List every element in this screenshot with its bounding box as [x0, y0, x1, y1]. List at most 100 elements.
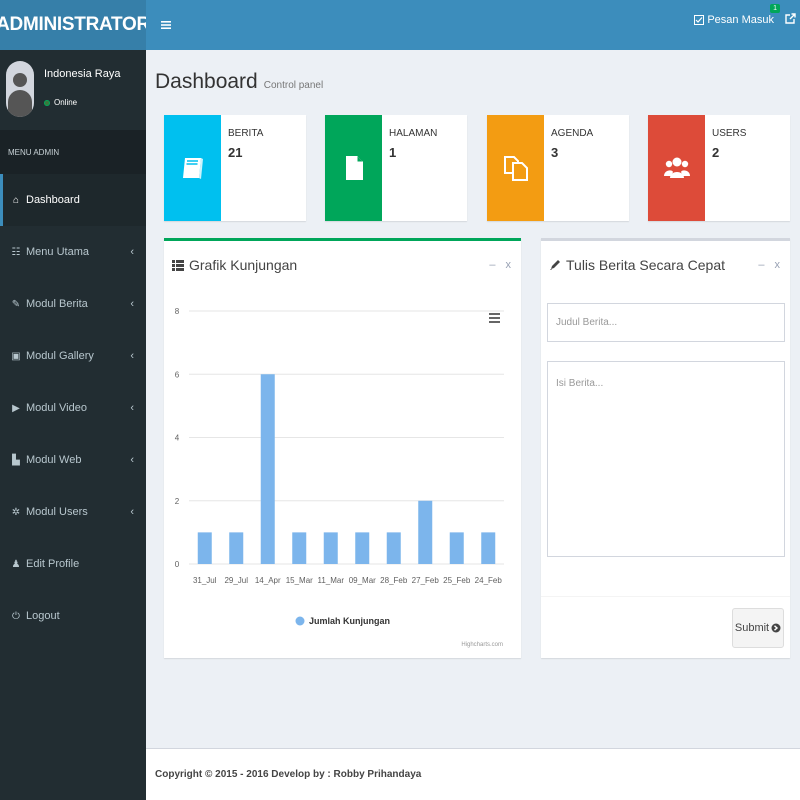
quick-post-panel-tools: – x	[758, 259, 780, 271]
sidebar-item-modul-web[interactable]: ▙ Modul Web ‹	[0, 434, 146, 486]
stat-box-users[interactable]: USERS 2	[648, 115, 790, 221]
page-subtitle: Control panel	[263, 80, 324, 91]
chart-bar[interactable]	[197, 532, 212, 564]
sidebar: Indonesia Raya Online MENU ADMIN ⌂ Dashbo…	[0, 50, 146, 800]
y-tick-label: 2	[175, 497, 180, 506]
hamburger-icon	[161, 21, 171, 29]
file-icon: ▙	[12, 454, 20, 466]
chevron-left-icon: ‹	[130, 402, 134, 414]
menu-icon: ☷	[11, 246, 21, 258]
users-icon	[663, 157, 690, 178]
external-link-button[interactable]	[784, 13, 796, 28]
chart-bar[interactable]	[355, 532, 370, 564]
copy-icon	[503, 156, 528, 181]
quick-post-panel-title: Tulis Berita Secara Cepat	[549, 257, 725, 273]
cog-icon: ✲	[11, 506, 21, 518]
stat-icon-box	[648, 115, 705, 221]
stat-icon-box	[487, 115, 544, 221]
submit-button[interactable]: Submit	[732, 608, 784, 648]
y-tick-label: 0	[175, 560, 180, 569]
x-tick-label: 15_Mar	[286, 576, 313, 585]
sidebar-item-modul-video[interactable]: ▶ Modul Video ‹	[0, 382, 146, 434]
messages-label: Pesan Masuk	[707, 14, 774, 26]
sidebar-item-modul-users[interactable]: ✲ Modul Users ‹	[0, 486, 146, 538]
x-tick-label: 24_Feb	[475, 576, 503, 585]
sidebar-item-modul-gallery[interactable]: ▣ Modul Gallery ‹	[0, 330, 146, 382]
footer-copyright: Copyright © 2015 - 2016 Develop by : Rob…	[155, 769, 422, 780]
x-tick-label: 29_Jul	[224, 576, 248, 585]
stat-box-berita[interactable]: BERITA 21	[164, 115, 306, 221]
chart-bar[interactable]	[292, 532, 307, 564]
chart-credits[interactable]: Highcharts.com	[461, 642, 503, 648]
pencil-icon	[550, 260, 560, 270]
x-tick-label: 31_Jul	[193, 576, 217, 585]
chart-bar[interactable]	[229, 532, 244, 564]
avatar	[6, 61, 34, 117]
sidebar-item-label: Modul Users	[26, 506, 88, 518]
chart-bar[interactable]	[260, 374, 275, 564]
page-title: Dashboard	[155, 70, 258, 93]
messages-badge: 1	[770, 4, 780, 13]
x-tick-label: 28_Feb	[380, 576, 408, 585]
footer: Copyright © 2015 - 2016 Develop by : Rob…	[146, 748, 800, 800]
x-tick-label: 09_Mar	[349, 576, 376, 585]
close-button[interactable]: x	[775, 259, 781, 271]
picture-icon: ▣	[11, 350, 21, 362]
sidebar-item-menu-utama[interactable]: ☷ Menu Utama ‹	[0, 226, 146, 278]
sidebar-toggle-button[interactable]	[154, 13, 178, 37]
chart-bar[interactable]	[323, 532, 338, 564]
sidebar-item-label: Modul Web	[26, 454, 82, 466]
sidebar-item-logout[interactable]: ⏻ Logout	[0, 590, 146, 642]
submit-label: Submit	[734, 622, 770, 634]
app-logo[interactable]: ADMINISTRATOR	[0, 0, 150, 50]
dashboard-icon: ⌂	[12, 194, 20, 206]
x-tick-label: 25_Feb	[443, 576, 471, 585]
stat-value: 3	[551, 145, 559, 160]
stat-icon-box	[325, 115, 382, 221]
user-status-label: Online	[54, 98, 78, 107]
minimize-button[interactable]: –	[758, 259, 764, 271]
y-tick-label: 4	[175, 434, 180, 443]
external-link-icon	[785, 13, 796, 24]
book-icon	[182, 158, 203, 179]
stat-label: USERS	[712, 128, 747, 139]
chevron-left-icon: ‹	[130, 350, 134, 362]
x-tick-label: 11_Mar	[317, 576, 344, 585]
stat-value: 1	[389, 145, 397, 160]
x-tick-label: 14_Apr	[255, 576, 281, 585]
app-title: ADMINISTRATOR	[0, 14, 150, 35]
stat-box-halaman[interactable]: HALAMAN 1	[325, 115, 467, 221]
sidebar-item-dashboard[interactable]: ⌂ Dashboard	[0, 174, 146, 226]
menu-header: MENU ADMIN	[0, 130, 146, 174]
chart-bar[interactable]	[386, 532, 401, 564]
stat-label: HALAMAN	[389, 128, 438, 139]
sidebar-item-label: Logout	[26, 610, 60, 622]
sidebar-item-edit-profile[interactable]: ♟ Edit Profile	[0, 538, 146, 590]
checkbox-envelope-icon	[694, 15, 705, 25]
chart-bar[interactable]	[418, 500, 433, 564]
top-navbar: Pesan Masuk 1	[146, 0, 800, 50]
legend-label[interactable]: Jumlah Kunjungan	[309, 616, 390, 626]
sidebar-item-label: Modul Gallery	[26, 350, 94, 362]
chart-bar[interactable]	[481, 532, 496, 564]
chart-bar[interactable]	[449, 532, 464, 564]
chart: 0 2 4 6 8 31_Jul 29_Jul 14_Apr 15_Mar 11_Mar 09_Ma…	[175, 307, 504, 648]
content-header: Dashboard Control panel	[155, 70, 323, 94]
x-tick-label: 27_Feb	[412, 576, 440, 585]
stat-box-agenda[interactable]: AGENDA 3	[487, 115, 629, 221]
body-textarea[interactable]: Isi Berita...	[547, 361, 785, 557]
chevron-left-icon: ‹	[130, 246, 134, 258]
sidebar-menu: ⌂ Dashboard ☷ Menu Utama ‹ ✎ Modul Berita ‹ ▣ Mod…	[0, 174, 146, 642]
chart-menu-icon[interactable]	[489, 313, 500, 323]
power-icon: ⏻	[12, 610, 20, 622]
sidebar-item-modul-berita[interactable]: ✎ Modul Berita ‹	[0, 278, 146, 330]
legend-marker[interactable]	[295, 616, 305, 626]
user-name: Indonesia Raya	[44, 68, 121, 80]
chevron-left-icon: ‹	[130, 506, 134, 518]
chart-panel: Grafik Kunjungan – x 0 2 4 6 8 31_Jul 29_Jul 14…	[164, 238, 521, 658]
user-panel: Indonesia Raya Online	[0, 50, 146, 130]
sidebar-item-label: Edit Profile	[26, 558, 80, 570]
sidebar-item-label: Menu Utama	[26, 246, 89, 258]
title-input[interactable]: Judul Berita...	[547, 303, 785, 342]
messages-link[interactable]: Pesan Masuk 1	[694, 4, 780, 26]
